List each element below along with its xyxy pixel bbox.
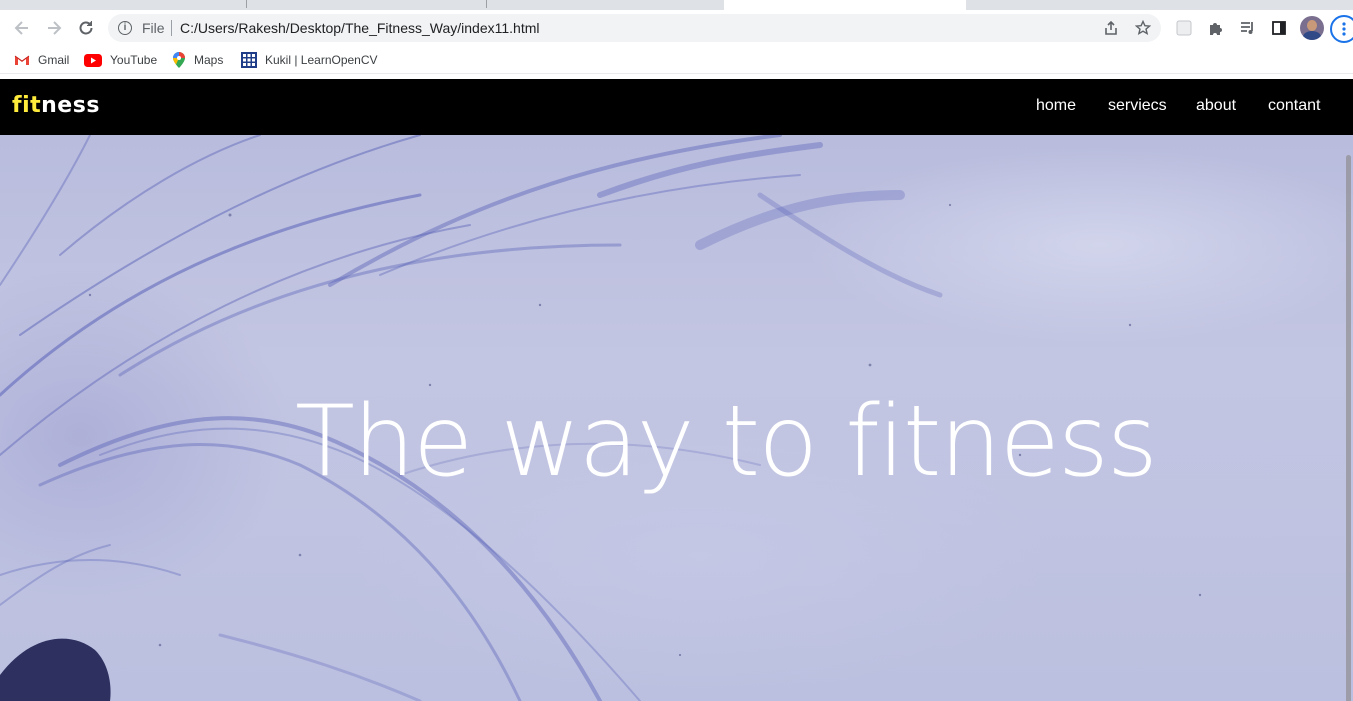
forward-arrow-icon xyxy=(48,21,62,35)
hero-section: The way to fitness xyxy=(0,135,1353,701)
bookmark-maps[interactable]: Maps xyxy=(172,51,223,69)
info-icon[interactable]: i xyxy=(118,21,132,35)
bookmark-label: Kukil | LearnOpenCV xyxy=(265,53,378,67)
browser-toolbar: i File C:/Users/Rakesh/Desktop/The_Fitne… xyxy=(0,10,1353,46)
tab-strip xyxy=(0,0,1353,10)
tab-separator xyxy=(246,0,247,8)
webpage: fitness home serviecs about contant The … xyxy=(0,79,1353,701)
scheme-divider xyxy=(171,20,172,36)
forward-button[interactable] xyxy=(40,14,68,42)
browser-menu-button[interactable] xyxy=(1330,15,1353,43)
address-bar[interactable]: i File C:/Users/Rakesh/Desktop/The_Fitne… xyxy=(108,14,1161,42)
reload-icon xyxy=(79,21,93,35)
avatar-face xyxy=(1307,20,1317,31)
youtube-icon xyxy=(84,53,102,67)
reload-button[interactable] xyxy=(72,14,100,42)
extension-square-icon xyxy=(1176,20,1192,36)
puzzle-icon xyxy=(1210,23,1222,35)
back-arrow-icon xyxy=(14,21,28,35)
bookmarks-bar: Gmail YouTube Maps Kukil | LearnOpenCV xyxy=(0,46,1353,74)
share-button[interactable] xyxy=(1101,18,1121,38)
scheme-label: File xyxy=(142,20,165,36)
page-scrollbar[interactable] xyxy=(1346,155,1351,701)
hero-title: The way to fitness xyxy=(295,385,1158,499)
profile-avatar[interactable] xyxy=(1300,16,1324,40)
extensions-button[interactable] xyxy=(1202,14,1230,42)
nav-link-about[interactable]: about xyxy=(1196,97,1236,115)
side-panel-button[interactable] xyxy=(1265,14,1293,42)
kebab-menu-icon xyxy=(1342,22,1346,36)
share-icon xyxy=(1105,20,1117,35)
site-navbar: fitness home serviecs about contant xyxy=(0,79,1353,135)
extension-button[interactable] xyxy=(1170,14,1198,42)
bookmark-label: Gmail xyxy=(38,53,70,67)
logo-highlight: fit xyxy=(12,93,42,118)
bookmark-youtube[interactable]: YouTube xyxy=(84,51,157,69)
avatar-body xyxy=(1303,31,1321,40)
playlist-icon xyxy=(1241,22,1253,34)
bookmark-kukil[interactable]: Kukil | LearnOpenCV xyxy=(241,51,378,69)
bookmark-label: Maps xyxy=(194,53,224,67)
site-logo[interactable]: fitness xyxy=(12,93,100,118)
grid-icon xyxy=(241,52,257,68)
logo-rest: ness xyxy=(41,93,100,118)
dark-brush-shape xyxy=(0,638,111,701)
gmail-icon xyxy=(14,55,30,65)
side-panel-icon xyxy=(1272,21,1286,35)
nav-link-contact[interactable]: contant xyxy=(1268,97,1320,115)
active-tab[interactable] xyxy=(724,0,966,10)
media-control-button[interactable] xyxy=(1234,14,1262,42)
nav-link-home[interactable]: home xyxy=(1036,97,1076,115)
url-text[interactable]: C:/Users/Rakesh/Desktop/The_Fitness_Way/… xyxy=(180,20,539,36)
back-button[interactable] xyxy=(8,14,36,42)
star-icon xyxy=(1135,20,1151,36)
bookmark-label: YouTube xyxy=(110,53,158,67)
bookmark-gmail[interactable]: Gmail xyxy=(14,51,69,69)
tab-separator xyxy=(486,0,487,8)
bookmark-star-button[interactable] xyxy=(1133,18,1153,38)
maps-icon xyxy=(173,52,185,68)
nav-link-services[interactable]: serviecs xyxy=(1108,97,1167,115)
